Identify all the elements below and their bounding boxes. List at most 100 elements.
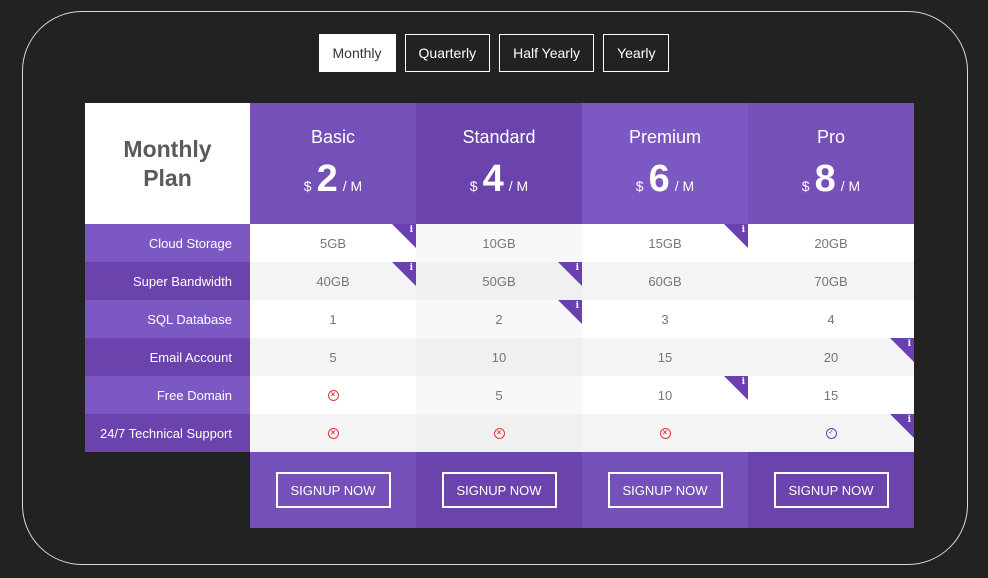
feature-cell: 10GB — [416, 224, 582, 262]
tab-half-yearly[interactable]: Half Yearly — [499, 34, 595, 72]
x-circle-icon: × — [327, 389, 339, 401]
price-amount: 4 — [482, 158, 504, 200]
info-icon[interactable]: i — [908, 339, 911, 349]
plan-header-standard: Standard $4/ M — [416, 103, 582, 224]
cell-value: 15 — [657, 349, 673, 365]
currency-symbol: $ — [635, 178, 644, 194]
feature-cell: 20GB — [748, 224, 914, 262]
price-period: / M — [508, 178, 529, 194]
feature-cell: 3 — [582, 300, 748, 338]
x-circle-icon: × — [493, 427, 505, 439]
plan-footer: SIGNUP NOW — [416, 452, 582, 528]
tab-monthly[interactable]: Monthly — [318, 34, 396, 72]
plan-footer: SIGNUP NOW — [748, 452, 914, 528]
price-amount: 2 — [316, 158, 338, 200]
feature-cell: 15 — [748, 376, 914, 414]
feature-cell: 10 — [416, 338, 582, 376]
info-icon[interactable]: i — [742, 225, 745, 235]
feature-cell: 70GB — [748, 262, 914, 300]
feature-cell: × — [582, 414, 748, 452]
price-period: / M — [342, 178, 363, 194]
feature-cell: 5 — [250, 338, 416, 376]
check-circle-icon: ✓ — [825, 427, 837, 439]
plan-footer: SIGNUP NOW — [582, 452, 748, 528]
cell-value: 10GB — [482, 235, 516, 251]
currency-symbol: $ — [801, 178, 810, 194]
tab-yearly[interactable]: Yearly — [603, 34, 670, 72]
feature-cell: 5 — [416, 376, 582, 414]
x-circle-icon: × — [327, 427, 339, 439]
price-amount: 8 — [814, 158, 836, 200]
feature-cell: 50GB i — [416, 262, 582, 300]
price-period: / M — [674, 178, 695, 194]
feature-label: Free Domain — [85, 376, 250, 414]
cell-value: 5GB — [319, 235, 346, 251]
cell-value: 10 — [491, 349, 507, 365]
plan-header-pro: Pro $8/ M — [748, 103, 914, 224]
signup-button-basic[interactable]: SIGNUP NOW — [275, 472, 391, 508]
feature-cell: 40GB i — [250, 262, 416, 300]
feature-cell: × — [250, 414, 416, 452]
table-title: Monthly Plan — [85, 103, 250, 224]
cell-value: 40GB — [316, 273, 350, 289]
feature-cell: 1 — [250, 300, 416, 338]
plan-name: Premium — [628, 127, 701, 147]
pricing-table: Monthly Plan Basic $2/ M Standard $4/ M Prem… — [85, 103, 915, 528]
plan-footer: SIGNUP NOW — [250, 452, 416, 528]
feature-cell: 20 i — [748, 338, 914, 376]
feature-cell: 60GB — [582, 262, 748, 300]
feature-cell: × — [416, 414, 582, 452]
signup-button-premium[interactable]: SIGNUP NOW — [607, 472, 723, 508]
price: $6/ M — [582, 159, 748, 199]
info-icon[interactable]: i — [908, 415, 911, 425]
cell-value: 2 — [495, 311, 503, 327]
info-icon[interactable]: i — [410, 263, 413, 273]
plan-name: Basic — [310, 127, 355, 147]
feature-cell: 15GB i — [582, 224, 748, 262]
cell-value: 15GB — [648, 235, 682, 251]
feature-label: 24/7 Technical Support — [85, 414, 250, 452]
price-period: / M — [840, 178, 861, 194]
plan-name: Standard — [462, 127, 536, 147]
cell-value: 20GB — [814, 235, 848, 251]
feature-cell: 5GB i — [250, 224, 416, 262]
cell-value: 4 — [827, 311, 835, 327]
price: $4/ M — [416, 159, 582, 199]
cell-value: 10 — [657, 387, 673, 403]
cell-value: 5 — [495, 387, 503, 403]
price: $2/ M — [250, 159, 416, 199]
price-amount: 6 — [648, 158, 670, 200]
plan-header-premium: Premium $6/ M — [582, 103, 748, 224]
signup-button-pro[interactable]: SIGNUP NOW — [773, 472, 889, 508]
signup-button-standard[interactable]: SIGNUP NOW — [441, 472, 557, 508]
info-icon[interactable]: i — [576, 301, 579, 311]
plan-header-basic: Basic $2/ M — [250, 103, 416, 224]
plan-name: Pro — [816, 127, 845, 147]
info-icon[interactable]: i — [410, 225, 413, 235]
cell-value: 3 — [661, 311, 669, 327]
x-circle-icon: × — [659, 427, 671, 439]
feature-cell: ✓ i — [748, 414, 914, 452]
feature-label: Email Account — [85, 338, 250, 376]
cell-value: 20 — [823, 349, 839, 365]
feature-cell: 2i — [416, 300, 582, 338]
price: $8/ M — [748, 159, 914, 199]
currency-symbol: $ — [469, 178, 478, 194]
feature-label: SQL Database — [85, 300, 250, 338]
feature-label: Cloud Storage — [85, 224, 250, 262]
feature-cell: 4 — [748, 300, 914, 338]
feature-cell: 15 — [582, 338, 748, 376]
cell-value: 50GB — [482, 273, 516, 289]
tab-quarterly[interactable]: Quarterly — [404, 34, 491, 72]
info-icon[interactable]: i — [576, 263, 579, 273]
cell-value: 70GB — [814, 273, 848, 289]
info-icon[interactable]: i — [742, 377, 745, 387]
feature-cell: × — [250, 376, 416, 414]
cell-value: 5 — [329, 349, 337, 365]
period-tabs: Monthly Quarterly Half Yearly Yearly — [0, 34, 988, 72]
cell-value: 1 — [329, 311, 337, 327]
feature-cell: 10 i — [582, 376, 748, 414]
cell-value: 15 — [823, 387, 839, 403]
currency-symbol: $ — [303, 178, 312, 194]
cell-value: 60GB — [648, 273, 682, 289]
